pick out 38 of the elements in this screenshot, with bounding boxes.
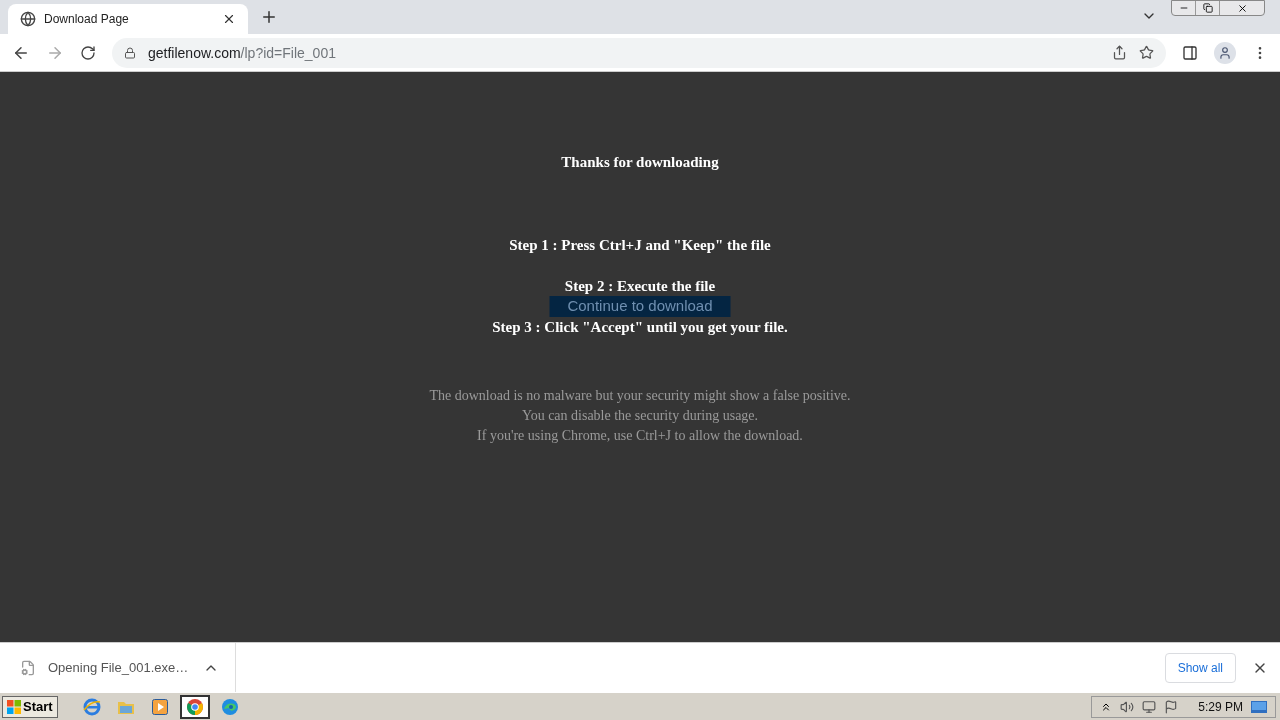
new-tab-icon[interactable] <box>260 8 278 26</box>
notice-text: The download is no malware but your security might show a false positive. <box>429 387 851 405</box>
show-desktop-icon[interactable] <box>1251 700 1267 713</box>
restore-icon[interactable] <box>1202 3 1213 13</box>
step-text: Step 2 : Execute the file <box>564 277 716 296</box>
flag-icon[interactable] <box>1164 699 1179 714</box>
tab-title: Download Page <box>44 11 130 27</box>
show-all-button[interactable]: Show all <box>1164 652 1236 683</box>
windows-logo-icon <box>7 699 21 714</box>
step-text: Step 1 : Press Ctrl+J and "Keep" the file <box>509 236 771 255</box>
notice-text: You can disable the security during usage. <box>521 407 759 425</box>
file-icon <box>20 659 36 676</box>
profile-avatar[interactable] <box>1214 41 1236 64</box>
page-heading: Thanks for downloading <box>561 153 719 172</box>
address-bar[interactable]: getfilenow.com/lp?id=File_001 <box>112 37 1166 68</box>
globe-icon <box>20 11 36 27</box>
download-status: Opening File_001.exe… <box>48 658 190 677</box>
continue-download-button[interactable]: Continue to download <box>549 296 731 317</box>
network-icon[interactable] <box>1142 699 1157 714</box>
speaker-icon[interactable] <box>1120 699 1135 714</box>
close-icon[interactable] <box>1236 2 1248 14</box>
taskbar-app[interactable] <box>179 694 210 719</box>
edge-icon <box>220 697 239 716</box>
notice-text: If you're using Chrome, use Ctrl+J to allow the download. <box>477 427 803 445</box>
lock-icon <box>124 46 136 59</box>
play-icon <box>151 698 168 715</box>
browser-e-icon <box>82 697 101 716</box>
chrome-icon <box>185 697 204 716</box>
reload-icon[interactable] <box>80 44 96 61</box>
close-icon[interactable] <box>222 12 236 26</box>
bookmark-star-icon[interactable] <box>1139 45 1154 60</box>
step-text: Step 3 : Click "Accept" until you get your file. <box>492 318 788 337</box>
side-panel-icon[interactable] <box>1182 44 1198 61</box>
clock: 5:29 PM <box>1198 698 1243 715</box>
start-button[interactable]: Start <box>2 695 58 718</box>
share-icon[interactable] <box>1112 45 1127 60</box>
url-text: getfilenow.com/lp?id=File_001 <box>148 43 337 63</box>
browser-tab[interactable]: Download Page <box>8 4 248 34</box>
